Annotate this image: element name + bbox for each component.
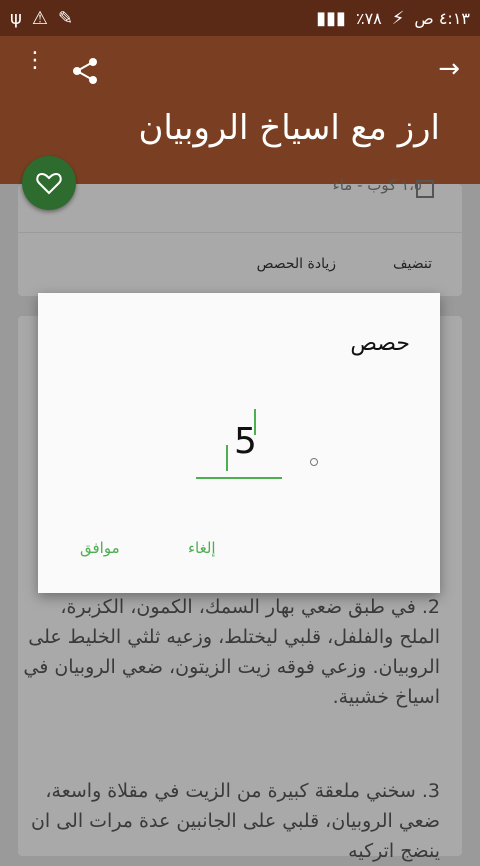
app-bar: → ⋮ ارز مع اسياخ الروبيان <box>0 36 480 184</box>
warning-icon: ⚠ <box>31 7 49 29</box>
edit-icon: ✎ <box>58 7 74 29</box>
number-picker[interactable]: 5 <box>196 405 286 485</box>
share-icon[interactable] <box>70 56 100 86</box>
servings-dialog: حصص 5 موافق إلغاء <box>38 293 440 593</box>
cancel-button[interactable]: إلغاء <box>188 539 216 557</box>
dot-indicator <box>310 458 318 466</box>
step-item: 3. سخني ملعقة كبيرة من الزيت في مقلاة وا… <box>20 776 440 866</box>
usb-icon: ψ <box>10 7 22 29</box>
status-left: ψ ⚠ ✎ <box>10 8 73 29</box>
picker-tick <box>226 445 228 471</box>
battery-percent: ٪٧٨ <box>355 8 382 28</box>
ingredients-card: ١،٥ كوب - ماء تنضيف زيادة الحصص <box>18 176 462 296</box>
ingredient-item: ١،٥ كوب - ماء <box>332 176 422 194</box>
step-text: في طبق ضعي بهار السمك، الكمون، الكزبرة، … <box>23 596 440 708</box>
step-number: 2. <box>421 596 440 618</box>
favorite-button[interactable] <box>22 156 76 210</box>
status-right: ▮▮▮ ٪٧٨ ⚡ ٤:١٣ ص <box>316 8 470 29</box>
status-bar: ψ ⚠ ✎ ▮▮▮ ٪٧٨ ⚡ ٤:١٣ ص <box>0 0 480 36</box>
status-time: ٤:١٣ ص <box>414 8 470 28</box>
signal-icon: ▮▮▮ <box>316 7 346 29</box>
clean-button[interactable]: تنضيف <box>393 256 432 272</box>
battery-charging-icon: ⚡ <box>391 7 405 29</box>
divider <box>18 232 462 233</box>
step-item: 2. في طبق ضعي بهار السمك، الكمون، الكزبر… <box>20 592 440 712</box>
heart-icon <box>36 172 62 195</box>
back-arrow-icon[interactable]: → <box>438 54 460 84</box>
ok-button[interactable]: موافق <box>80 539 120 557</box>
more-options-icon[interactable]: ⋮ <box>24 50 46 72</box>
step-number: 3. <box>421 780 440 802</box>
page-title: ارز مع اسياخ الروبيان <box>138 108 440 148</box>
dialog-title: حصص <box>350 331 410 356</box>
increase-servings-button[interactable]: زيادة الحصص <box>257 256 336 272</box>
picker-underline <box>196 477 282 479</box>
step-text: سخني ملعقة كبيرة من الزيت في مقلاة واسعة… <box>30 780 440 862</box>
picker-value[interactable]: 5 <box>234 421 257 462</box>
